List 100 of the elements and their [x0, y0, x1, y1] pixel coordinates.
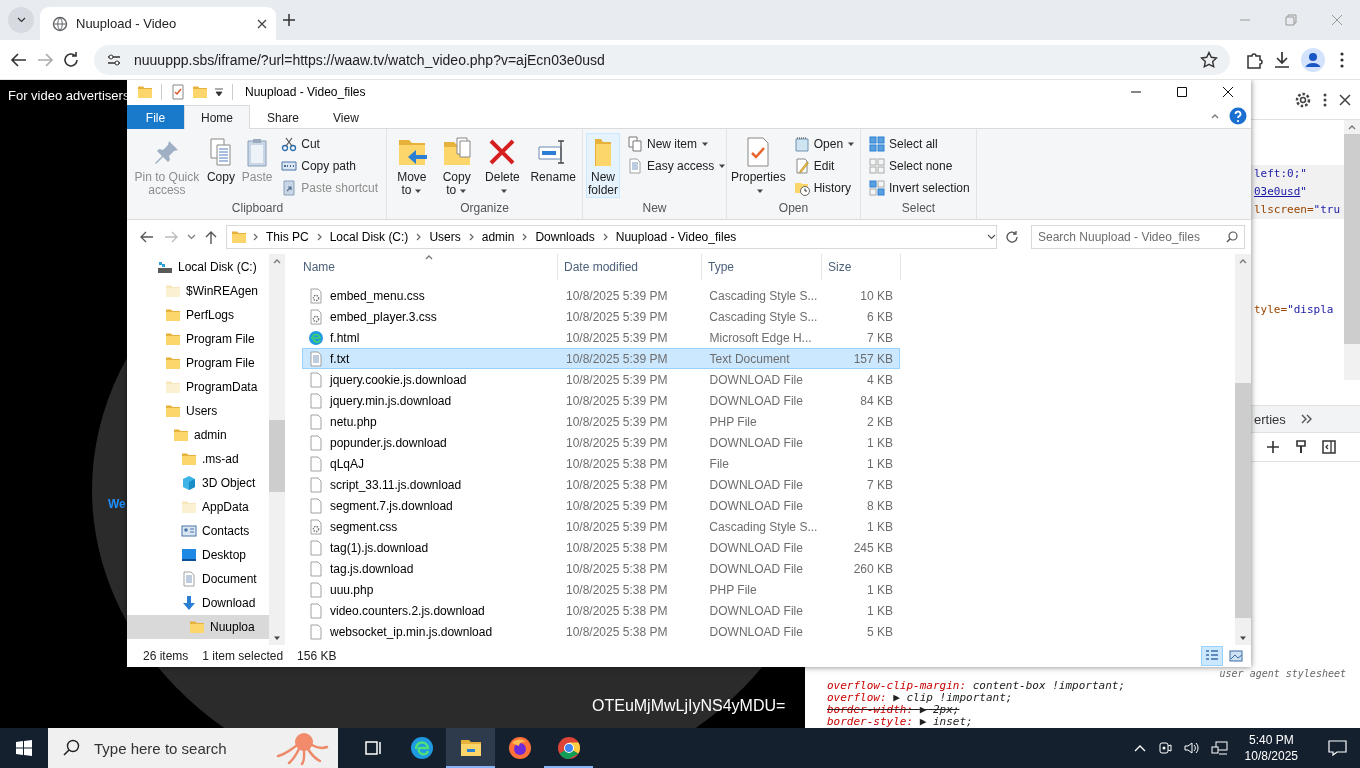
ribbon-button[interactable]: Edit [788, 155, 861, 177]
file-row[interactable]: segment.css 10/8/2025 5:39 PM Cascading Style S... 1 KB [302, 516, 900, 537]
tree-item[interactable]: AppData [127, 495, 269, 519]
file-row[interactable]: f.txt 10/8/2025 5:39 PM Text Document 157 KB [302, 348, 900, 369]
column-header[interactable]: Name [295, 254, 558, 280]
file-row[interactable]: tag(1).js.download 10/8/2025 5:38 PM DOWNLOAD File 245 KB [302, 537, 900, 558]
tree-item[interactable]: Program File [127, 351, 269, 375]
search-field[interactable]: Search Nuupload - Video_files [1031, 225, 1245, 249]
settings-icon[interactable] [1294, 90, 1312, 109]
help-icon[interactable] [1229, 107, 1247, 125]
ribbon-button[interactable]: Delete [479, 133, 526, 198]
tree-item[interactable]: ProgramData [127, 375, 269, 399]
breadcrumb[interactable]: This PC [264, 230, 311, 244]
taskbar-app[interactable] [446, 728, 495, 768]
view-button[interactable] [1201, 646, 1223, 666]
close-icon[interactable] [256, 17, 268, 30]
clock[interactable]: 5:40 PM 10/8/2025 [1238, 732, 1304, 764]
speaker-icon[interactable] [1182, 740, 1201, 756]
ribbon-button[interactable]: Properties [730, 133, 787, 198]
star-icon[interactable] [1200, 50, 1218, 69]
more-icon[interactable] [1322, 91, 1328, 108]
tree-item[interactable]: Program File [127, 327, 269, 351]
file-row[interactable]: f.html 10/8/2025 5:39 PM Microsoft Edge H... 7 KB [302, 327, 900, 348]
ribbon-tab[interactable]: Home [184, 105, 250, 129]
tree-item[interactable]: Contacts [127, 519, 269, 543]
browser-tab[interactable]: Nuupload - Video [40, 7, 276, 40]
scrollbar[interactable] [269, 254, 285, 645]
ribbon-tab[interactable]: File [127, 105, 184, 129]
panel-tab[interactable]: erties [1254, 411, 1286, 427]
ribbon-button[interactable]: New item [622, 133, 732, 155]
tree-item[interactable]: Users [127, 399, 269, 423]
chevron-up-icon[interactable] [1132, 743, 1147, 753]
column-header[interactable]: Date modified [558, 254, 702, 280]
back-arrow-icon[interactable] [139, 229, 155, 245]
ribbon-button[interactable]: Move to [390, 133, 434, 198]
tree-item[interactable]: Document [127, 567, 269, 591]
breadcrumb[interactable]: Users [427, 230, 463, 244]
column-header[interactable]: Size [822, 254, 901, 280]
ribbon-button[interactable]: Copy path [276, 155, 383, 177]
back-arrow-icon[interactable] [10, 50, 28, 69]
column-header[interactable]: Type [702, 254, 822, 280]
sidebar-icon[interactable] [1321, 439, 1337, 455]
breadcrumb[interactable]: Nuupload - Video_files [613, 230, 739, 244]
taskbar-search[interactable]: Type here to search [48, 728, 338, 768]
ribbon-button[interactable]: Copy [203, 133, 239, 197]
download-icon[interactable] [1272, 49, 1292, 70]
file-row[interactable]: tag.js.download 10/8/2025 5:38 PM DOWNLOAD File 260 KB [302, 558, 900, 579]
scrollbar[interactable] [1235, 254, 1251, 645]
ribbon-button[interactable]: Invert selection [864, 177, 975, 199]
camera-icon[interactable] [1156, 740, 1173, 756]
double-chevron-icon[interactable] [1299, 413, 1314, 425]
address-bar[interactable]: nuuuppp.sbs/iframe/?url=https://waaw.tv/watch_video.php?v=ajEcn03e0usd [94, 44, 1230, 75]
scrollbar-thumb[interactable] [1235, 383, 1251, 618]
ribbon-button[interactable]: Select none [864, 155, 975, 177]
tree-item[interactable]: .ms-ad [127, 447, 269, 471]
file-row[interactable]: qLqAJ 10/8/2025 5:38 PM File 1 KB [302, 453, 900, 474]
file-row[interactable]: video.counters.2.js.download 10/8/2025 5:38 PM DOWNLOAD File 1 KB [302, 600, 900, 621]
ribbon-tab[interactable]: Share [250, 105, 317, 129]
file-row[interactable]: websocket_ip.min.js.download 10/8/2025 5:38 PM DOWNLOAD File 5 KB [302, 621, 900, 642]
file-row[interactable]: segment.7.js.download 10/8/2025 5:39 PM DOWNLOAD File 8 KB [302, 495, 900, 516]
scrollbar-thumb[interactable] [1344, 134, 1360, 344]
file-row[interactable]: script_33.11.js.download 10/8/2025 5:38 PM DOWNLOAD File 7 KB [302, 474, 900, 495]
avatar-icon[interactable] [1300, 46, 1326, 73]
file-row[interactable]: popunder.js.download 10/8/2025 5:39 PM DOWNLOAD File 1 KB [302, 432, 900, 453]
ribbon-button[interactable]: Rename [527, 133, 579, 197]
tree-item[interactable]: Nuuploa [127, 615, 269, 639]
ribbon-tab[interactable]: View [316, 105, 376, 129]
file-row[interactable]: netu.php 10/8/2025 5:39 PM PHP File 2 KB [302, 411, 900, 432]
tree-item[interactable]: $WinREAgen [127, 279, 269, 303]
file-row[interactable]: embed_player.3.css 10/8/2025 5:39 PM Cascading Style S... 6 KB [302, 306, 900, 327]
ribbon-button[interactable]: New folder [586, 133, 620, 198]
file-row[interactable]: jquery.cookie.js.download 10/8/2025 5:39 PM DOWNLOAD File 4 KB [302, 369, 900, 390]
breadcrumb[interactable]: Downloads [533, 230, 597, 244]
scrollbar-thumb[interactable] [269, 420, 285, 492]
ribbon-button[interactable]: Select all [864, 133, 975, 155]
up-arrow-icon[interactable] [204, 229, 218, 245]
search-input[interactable]: Type here to search [92, 738, 262, 758]
reload-icon[interactable] [62, 50, 80, 69]
tree-item[interactable]: PerfLogs [127, 303, 269, 327]
refresh-icon[interactable] [1005, 230, 1019, 244]
paint-brush-icon[interactable] [1293, 439, 1309, 455]
ribbon-button[interactable]: Copy to [435, 133, 478, 198]
breadcrumb[interactable]: admin [479, 230, 517, 244]
ribbon-button[interactable]: Open [788, 133, 861, 155]
ribbon-button[interactable]: Easy access [622, 155, 732, 177]
tree-item[interactable]: Desktop [127, 543, 269, 567]
breadcrumb[interactable]: Local Disk (C:) [327, 230, 411, 244]
plus-icon[interactable] [1265, 439, 1281, 455]
tree-item[interactable]: Download [127, 591, 269, 615]
ribbon-button[interactable]: History [788, 177, 861, 199]
address-bar[interactable]: This PC Local Disk (C:) Users admin Downloads Nuupload - Video_files [226, 225, 997, 249]
file-row[interactable]: embed_menu.css 10/8/2025 5:39 PM Cascading Style S... 10 KB [302, 285, 900, 306]
ribbon-button[interactable]: Cut [276, 133, 383, 155]
tree-item[interactable]: admin [127, 423, 269, 447]
scrollbar[interactable] [1344, 120, 1360, 380]
file-row[interactable]: jquery.min.js.download 10/8/2025 5:39 PM DOWNLOAD File 84 KB [302, 390, 900, 411]
tree-item[interactable]: Local Disk (C:) [127, 255, 269, 279]
file-row[interactable]: uuu.php 10/8/2025 5:38 PM PHP File 1 KB [302, 579, 900, 600]
network-icon[interactable] [1210, 740, 1229, 756]
close-icon[interactable] [1338, 92, 1352, 107]
